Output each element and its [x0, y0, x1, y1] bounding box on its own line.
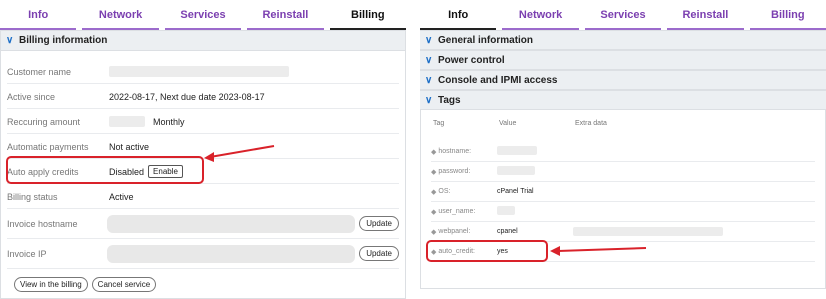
section-title: Billing information [19, 35, 108, 46]
section-general-information[interactable]: ∨ General information [420, 30, 826, 50]
highlight-box [426, 240, 548, 262]
tab-billing[interactable]: Billing [749, 4, 826, 30]
section-console-ipmi[interactable]: ∨ Console and IPMI access [420, 70, 826, 90]
section-title: Power control [438, 54, 505, 66]
highlight-box [6, 156, 204, 184]
row-invoice-ip: Invoice IP Update [7, 239, 399, 269]
tab-network[interactable]: Network [82, 4, 159, 30]
tags-table-header: Tag Value Extra data [433, 120, 813, 127]
invoice-ip-input[interactable] [107, 244, 356, 263]
tag-icon: ◆ [431, 228, 437, 236]
tab-services[interactable]: Services [584, 4, 662, 30]
tag-icon: ◆ [431, 188, 437, 196]
recurring-period: Monthly [153, 116, 185, 127]
column-header-extra: Extra data [575, 120, 607, 127]
tag-key: user_name: [438, 208, 476, 215]
tag-row-password: ◆ password: [431, 162, 815, 182]
footer-actions: View in the billing Cancel service [14, 277, 157, 292]
tag-row-os: ◆ OS: cPanel Trial [431, 182, 815, 202]
chevron-down-icon: ∨ [425, 94, 433, 106]
tab-bar: Info Network Services Reinstall Billing [0, 0, 407, 30]
section-title: Tags [438, 94, 461, 106]
section-title: Console and IPMI access [438, 74, 558, 86]
view-in-billing-button[interactable]: View in the billing [14, 277, 88, 292]
update-hostname-button[interactable]: Update [359, 216, 399, 231]
row-value: Monthly [109, 116, 185, 127]
chevron-down-icon: ∨ [425, 74, 433, 86]
row-label: Invoice IP [7, 248, 47, 259]
tag-row-user-name: ◆ user_name: [431, 202, 815, 222]
redacted-value [497, 166, 535, 175]
redacted-value [497, 146, 537, 155]
chevron-down-icon: ∨ [425, 34, 433, 46]
redacted-value [497, 206, 515, 215]
redacted-value [109, 66, 289, 77]
tab-network[interactable]: Network [502, 4, 579, 30]
redacted-value [109, 116, 145, 127]
row-value [109, 66, 289, 77]
row-value: Update [107, 244, 399, 263]
annotation-arrow [550, 246, 647, 256]
row-label: Reccuring amount [7, 116, 81, 127]
tab-bar: Info Network Services Reinstall Billing [420, 0, 826, 30]
billing-section-header[interactable]: ∨ Billing information [1, 31, 405, 51]
tab-billing[interactable]: Billing [329, 4, 407, 30]
row-label: Invoice hostname [7, 218, 78, 229]
tag-key: password: [438, 168, 471, 175]
tags-table: Tag Value Extra data ◆ hostname: ◆ passwor… [420, 110, 826, 289]
section-title: General information [438, 34, 534, 46]
tab-services[interactable]: Services [164, 4, 242, 30]
chevron-down-icon: ∨ [6, 35, 14, 46]
row-value: Not active [109, 141, 150, 152]
row-billing-status: Billing status Active [7, 185, 399, 209]
row-recurring-amount: Reccuring amount Monthly [7, 110, 399, 134]
row-label: Active since [7, 91, 56, 102]
tag-value: cPanel Trial [497, 188, 534, 195]
tag-key: hostname: [438, 148, 472, 155]
tab-reinstall[interactable]: Reinstall [667, 4, 744, 30]
invoice-hostname-input[interactable] [107, 214, 356, 233]
cancel-service-button[interactable]: Cancel service [91, 277, 157, 292]
row-value: Active [109, 191, 134, 202]
chevron-down-icon: ∨ [425, 54, 433, 66]
row-label: Automatic payments [7, 141, 89, 152]
tab-info[interactable]: Info [0, 4, 77, 30]
tag-row-webpanel: ◆ webpanel: cpanel [431, 222, 815, 242]
section-power-control[interactable]: ∨ Power control [420, 50, 826, 70]
redacted-extra-data [573, 227, 723, 236]
tag-icon: ◆ [431, 168, 437, 176]
tag-icon: ◆ [431, 208, 437, 216]
row-active-since: Active since 2022-08-17, Next due date 2… [7, 85, 399, 109]
row-invoice-hostname: Invoice hostname Update [7, 209, 399, 239]
update-ip-button[interactable]: Update [359, 246, 399, 261]
tag-value: cpanel [497, 228, 518, 235]
tab-info[interactable]: Info [420, 4, 497, 30]
tag-icon: ◆ [431, 148, 437, 156]
tab-reinstall[interactable]: Reinstall [247, 4, 324, 30]
annotation-arrow [204, 145, 275, 162]
row-value: Update [107, 214, 399, 233]
billing-panel: Info Network Services Reinstall Billing … [0, 0, 407, 299]
row-label: Billing status [7, 191, 58, 202]
column-header-tag: Tag [433, 120, 445, 127]
row-customer-name: Customer name [7, 60, 399, 84]
tag-key: OS: [438, 188, 451, 195]
row-value: 2022-08-17, Next due date 2023-08-17 [109, 91, 265, 102]
row-label: Customer name [7, 66, 72, 77]
column-header-value: Value [499, 120, 517, 127]
tag-key: webpanel: [438, 228, 471, 235]
tag-row-hostname: ◆ hostname: [431, 142, 815, 162]
server-info-panel: Info Network Services Reinstall Billing … [420, 0, 826, 299]
section-tags[interactable]: ∨ Tags [420, 90, 826, 110]
